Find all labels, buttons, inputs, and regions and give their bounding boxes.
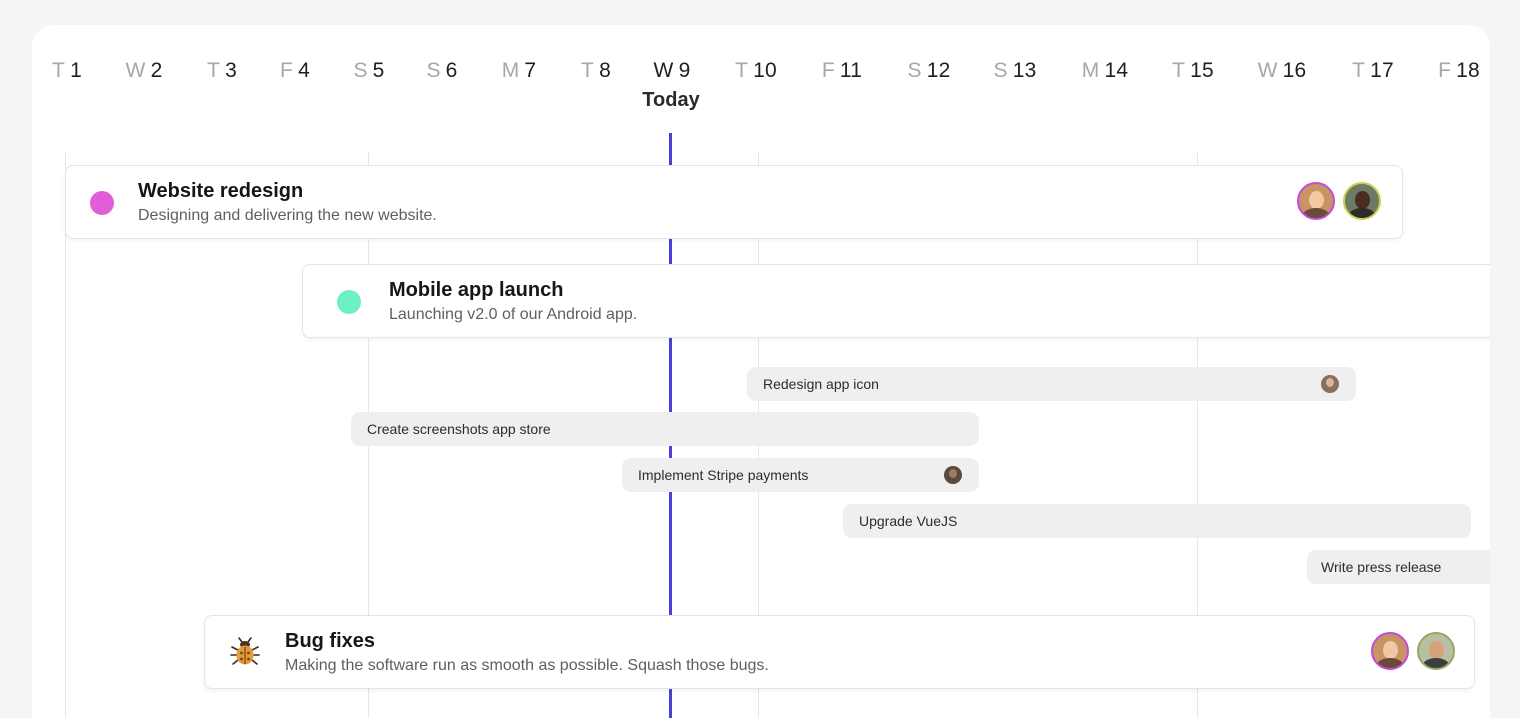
project-description: Launching v2.0 of our Android app. [389,306,638,323]
day-header[interactable]: T3 [207,59,237,83]
day-header[interactable]: S6 [426,59,457,83]
avatar[interactable] [1371,632,1409,670]
task-bar-redesign-app-icon[interactable]: Redesign app icon [747,367,1356,401]
project-card-mobile-app-launch[interactable]: Mobile app launch Launching v2.0 of our … [302,264,1490,338]
task-label: Write press release [1321,559,1442,575]
day-header[interactable]: S 13 [994,59,1037,83]
day-header[interactable]: W2 [126,59,163,83]
day-header[interactable]: M7 [502,59,537,83]
assignee-avatars [1289,182,1381,220]
day-header[interactable]: F 18 [1438,59,1480,83]
project-card-website-redesign[interactable]: Website redesign Designing and deliverin… [65,165,1403,239]
task-label: Create screenshots app store [367,421,551,437]
task-label: Implement Stripe payments [638,467,809,483]
task-bar-upgrade-vuejs[interactable]: Upgrade VueJS [843,504,1471,538]
project-title: Mobile app launch [389,279,564,301]
bug-icon [230,637,260,665]
day-header[interactable]: F4 [280,59,310,83]
day-header[interactable]: S 12 [908,59,951,83]
day-header[interactable]: T8 [581,59,611,83]
day-header[interactable]: T 10 [735,59,777,83]
day-header[interactable]: W 16 [1258,59,1307,83]
day-header[interactable]: F 11 [822,59,862,83]
project-description: Making the software run as smooth as pos… [285,657,769,674]
avatar[interactable] [1297,182,1335,220]
avatar[interactable] [1321,375,1339,393]
avatar[interactable] [1343,182,1381,220]
today-label: Today [642,89,700,111]
task-bar-create-screenshots[interactable]: Create screenshots app store [351,412,979,446]
day-header[interactable]: T1 [52,59,82,83]
status-dot [90,191,114,215]
avatar[interactable] [1417,632,1455,670]
day-header[interactable]: S5 [353,59,384,83]
task-bar-write-press-release[interactable]: Write press release [1307,550,1490,584]
project-card-bug-fixes[interactable]: Bug fixes Making the software run as smo… [204,615,1475,689]
project-description: Designing and delivering the new website… [138,207,437,224]
task-label: Redesign app icon [763,376,879,392]
day-header-today[interactable]: W9 [654,59,691,83]
avatar[interactable] [944,466,962,484]
status-dot [337,290,361,314]
task-bar-implement-stripe[interactable]: Implement Stripe payments [622,458,979,492]
day-header[interactable]: T 15 [1172,59,1214,83]
timeline-panel: T1 W2 T3 F4 S5 S6 M7 T8 W9 T 10 F 11 S 12 S… [32,25,1490,718]
grid-line [65,153,66,718]
project-title: Bug fixes [285,630,376,652]
task-label: Upgrade VueJS [859,513,958,529]
assignee-avatars [1363,632,1455,670]
day-header[interactable]: M 14 [1082,59,1128,83]
project-title: Website redesign [138,180,304,202]
day-header[interactable]: T 17 [1352,59,1394,83]
